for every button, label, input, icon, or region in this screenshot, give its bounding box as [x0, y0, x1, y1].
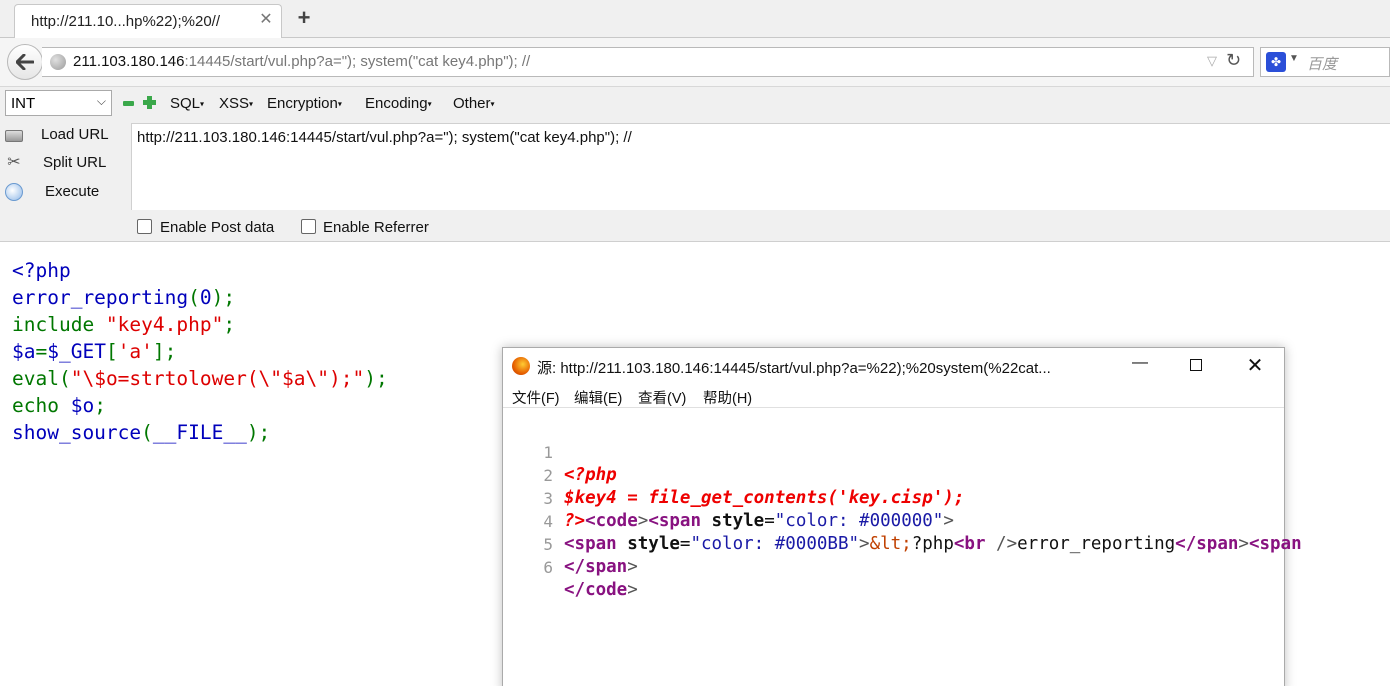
source-line: 6 </code> [503, 533, 1284, 600]
line-content: </span> [564, 557, 638, 577]
load-url-label: Load URL [41, 126, 109, 143]
reload-icon[interactable]: ↻ [1226, 50, 1241, 71]
menu-sql[interactable]: SQL▾ [170, 95, 204, 112]
menu-encryption[interactable]: Encryption▾ [267, 95, 342, 112]
menu-xss[interactable]: XSS▾ [219, 95, 253, 112]
execute-icon [5, 183, 23, 201]
hackbar-toolbar: INT ⌵ SQL▾ XSS▾ Encryption▾ Encoding▾ Ot… [0, 87, 1390, 121]
enable-referrer-checkbox[interactable] [301, 219, 316, 234]
menu-file[interactable]: 文件(F) [512, 387, 560, 408]
enable-referrer-label: Enable Referrer [323, 219, 429, 236]
firefox-icon [512, 357, 530, 375]
chevron-down-icon[interactable]: ▼ [1289, 53, 1299, 64]
maximize-icon[interactable] [1190, 359, 1202, 371]
chevron-down-icon: ⌵ [96, 94, 106, 108]
source-line: 1 <?php [503, 418, 1284, 485]
tab-title: http://211.10...hp%22);%20// [31, 13, 221, 30]
execute-button[interactable]: Execute [0, 179, 128, 205]
view-source-window[interactable]: 源: http://211.103.180.146:14445/start/vu… [502, 347, 1302, 686]
window-title: 源: http://211.103.180.146:14445/start/vu… [537, 360, 1051, 377]
search-box[interactable]: ✤ ▼ 百度 [1260, 47, 1390, 77]
load-icon [5, 130, 23, 142]
scissors-icon: ✂ [7, 154, 21, 171]
tab-close-icon[interactable]: ✕ [257, 11, 275, 29]
paw-icon[interactable]: ✤ [1266, 52, 1286, 72]
globe-icon [50, 54, 66, 70]
minimize-icon[interactable]: — [1130, 354, 1150, 372]
source-view: 1 <?php 2 $key4 = file_get_contents('key… [503, 418, 1301, 600]
line-number: 6 [543, 558, 553, 577]
menu-edit[interactable]: 编辑(E) [574, 387, 622, 408]
window-titlebar[interactable]: 源: http://211.103.180.146:14445/start/vu… [503, 348, 1284, 384]
nav-bar: 211.103.180.146:14445/start/vul.php?a=")… [0, 38, 1390, 87]
close-icon[interactable]: ✕ [1244, 353, 1266, 378]
type-select-value: INT [11, 95, 36, 112]
hackbar-url-textarea[interactable]: http://211.103.180.146:14445/start/vul.p… [131, 123, 1390, 210]
menu-other[interactable]: Other▾ [453, 95, 495, 112]
url-path: :14445/start/vul.php?a="); system("cat k… [184, 53, 531, 70]
load-url-button[interactable]: Load URL [0, 122, 128, 148]
split-url-button[interactable]: ✂ Split URL [0, 150, 128, 176]
line-content: </code> [564, 580, 638, 600]
back-button[interactable] [7, 44, 43, 80]
url-text[interactable]: 211.103.180.146:14445/start/vul.php?a=")… [73, 53, 530, 70]
back-arrow-icon [16, 54, 34, 70]
menu-help[interactable]: 帮助(H) [703, 387, 752, 408]
menu-encoding[interactable]: Encoding▾ [365, 95, 432, 112]
search-placeholder: 百度 [1307, 56, 1338, 73]
execute-label: Execute [45, 183, 100, 200]
url-host: 211.103.180.146 [73, 53, 185, 70]
increase-icon[interactable] [143, 96, 156, 109]
php-source-display: <?php error_reporting(0); include "key4.… [12, 259, 388, 444]
hackbar-url-text: http://211.103.180.146:14445/start/vul.p… [137, 129, 632, 146]
split-url-label: Split URL [43, 154, 107, 171]
enable-post-label: Enable Post data [160, 219, 275, 236]
source-line: 3 ?><code><span style="color: #000000"> [503, 464, 1284, 531]
enable-post-checkbox[interactable] [137, 219, 152, 234]
browser-tab[interactable]: http://211.10...hp%22);%20// ✕ [14, 4, 282, 39]
new-tab-button[interactable]: + [293, 6, 315, 30]
hackbar-panel: Load URL ✂ Split URL Execute http://211.… [0, 121, 1390, 242]
url-bar[interactable]: 211.103.180.146:14445/start/vul.php?a=")… [42, 47, 1254, 77]
window-menubar: 文件(F) 编辑(E) 查看(V) 帮助(H) [503, 384, 1284, 408]
decrease-icon[interactable] [123, 101, 134, 106]
source-line: 5 </span> [503, 510, 1284, 577]
tab-strip: http://211.10...hp%22);%20// ✕ + [0, 0, 1390, 39]
source-line: 4 <span style="color: #0000BB">&lt;?php<… [503, 487, 1301, 554]
type-select[interactable]: INT ⌵ [5, 90, 112, 116]
history-dropdown-icon[interactable]: ▽ [1207, 53, 1217, 69]
menu-view[interactable]: 查看(V) [638, 387, 686, 408]
source-line: 2 $key4 = file_get_contents('key.cisp'); [503, 441, 1284, 508]
